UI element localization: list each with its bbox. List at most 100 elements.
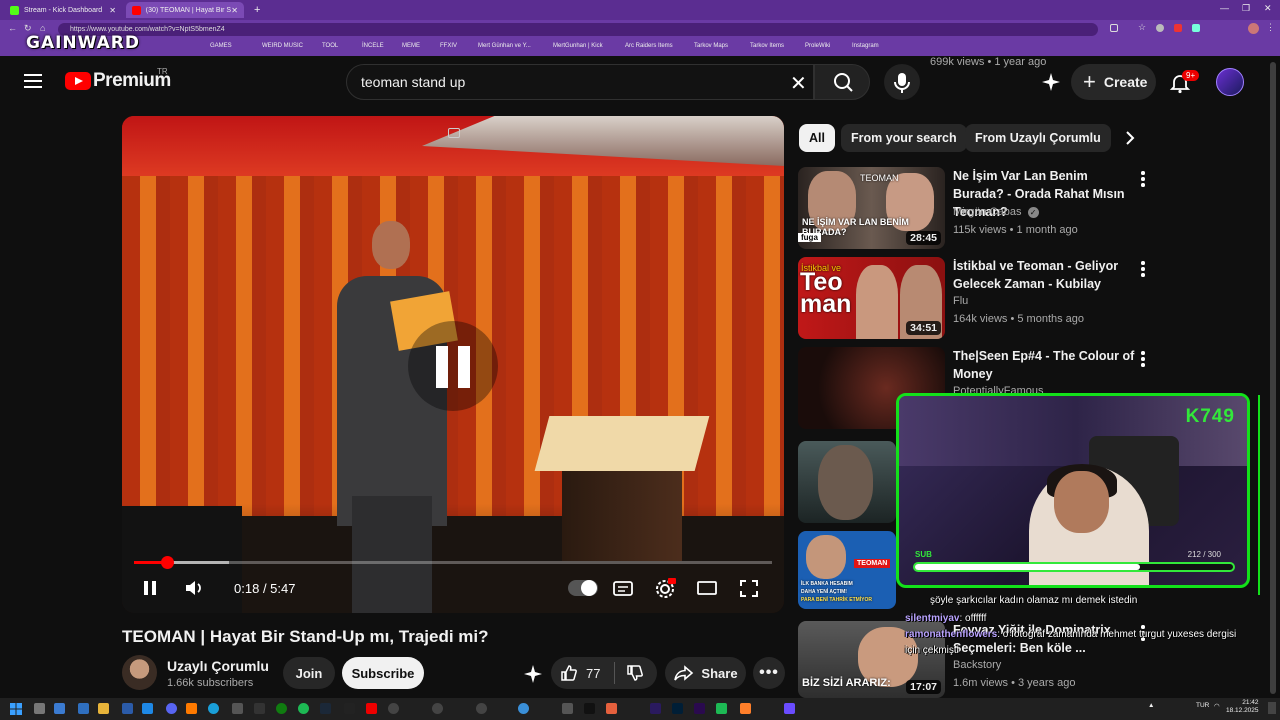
app-icon[interactable]	[232, 703, 243, 714]
bookmark-meme[interactable]: MEME	[402, 43, 420, 49]
app-icon[interactable]	[606, 703, 617, 714]
obs-icon[interactable]	[388, 703, 399, 714]
dislike-icon[interactable]	[625, 663, 647, 683]
voice-search-button[interactable]	[884, 64, 920, 100]
app-icon[interactable]	[344, 703, 355, 714]
bookmark-instagram[interactable]: Instagram	[852, 43, 879, 49]
theater-mode-icon[interactable]	[696, 578, 718, 598]
tab-kick-dashboard[interactable]: Stream - Kick Dashboard ✕	[4, 2, 122, 18]
menu-icon[interactable]	[24, 74, 42, 88]
file-explorer-icon[interactable]	[98, 703, 109, 714]
channel-name[interactable]: Uzaylı Çorumlu	[167, 658, 269, 674]
volume-icon[interactable]	[184, 578, 206, 598]
home-icon[interactable]: ⌂	[40, 23, 45, 33]
app-icon[interactable]	[142, 703, 153, 714]
share-button[interactable]: Share	[665, 657, 746, 689]
miniplayer-hint-icon[interactable]	[448, 128, 460, 138]
tray-chevron-icon[interactable]: ▲	[1148, 702, 1154, 709]
settings-gear-icon[interactable]	[654, 578, 676, 600]
clock[interactable]: 21:42 18.12.2025	[1226, 699, 1259, 715]
app-icon[interactable]	[366, 703, 377, 714]
task-view-icon[interactable]	[34, 703, 45, 714]
extension-icon[interactable]	[1110, 24, 1118, 32]
search-button[interactable]	[814, 64, 870, 100]
bookmark-ffxiv[interactable]: FFXIV	[440, 43, 457, 49]
chip-from-your-search[interactable]: From your search	[841, 124, 967, 152]
spotify-icon[interactable]	[298, 703, 309, 714]
video-thumbnail[interactable]: TEOMAN İLK BANKA HESABIM DAHA YENİ AÇTIM…	[798, 531, 896, 609]
pause-icon[interactable]	[140, 578, 160, 598]
channel-avatar[interactable]	[122, 655, 157, 690]
extension-icon[interactable]	[1156, 24, 1164, 32]
app-icon[interactable]	[254, 703, 265, 714]
app-icon[interactable]	[432, 703, 443, 714]
app-icon[interactable]	[122, 703, 133, 714]
browser-menu-icon[interactable]: ⋮	[1266, 22, 1275, 33]
recommendation-item[interactable]: TEOMAN NE İŞİM VAR LAN BENİM BURADA? fug…	[798, 167, 1238, 249]
tab-youtube-video[interactable]: (30) TEOMAN | Hayat Bir Stan... ✕	[126, 2, 244, 18]
back-icon[interactable]: ←	[8, 23, 17, 33]
chevron-right-icon[interactable]	[1120, 128, 1140, 148]
network-icon[interactable]: ◠	[1214, 702, 1220, 710]
rec-title[interactable]: The|Seen Ep#4 - The Colour of Money	[953, 347, 1138, 383]
more-vertical-icon[interactable]	[1141, 171, 1145, 187]
minimize-icon[interactable]: —	[1220, 3, 1229, 13]
after-effects-icon[interactable]	[650, 703, 661, 714]
extension-icon[interactable]	[1192, 24, 1200, 32]
rec-channel[interactable]: Backstory	[953, 659, 1001, 671]
app-icon[interactable]	[584, 703, 595, 714]
bookmark-tarkov-maps[interactable]: Tarkov Maps	[694, 43, 728, 49]
url-field[interactable]: https://www.youtube.com/watch?v=NptS5bme…	[58, 23, 1098, 36]
bookmark-tool[interactable]: TOOL	[322, 43, 338, 49]
bookmark-star-icon[interactable]: ☆	[1138, 22, 1146, 33]
bookmark-prolewiki[interactable]: ProleWiki	[805, 43, 830, 49]
language-indicator[interactable]: TUR	[1196, 702, 1209, 709]
video-thumbnail[interactable]: İstikbal ve Teo man 34:51	[798, 257, 945, 339]
photoshop-icon[interactable]	[672, 703, 683, 714]
bookmark-games[interactable]: GAMES	[210, 43, 232, 49]
gemini-sparkle-icon[interactable]	[1041, 72, 1061, 92]
bookmark-mert-gunhan[interactable]: Mert Günhan ve Y...	[478, 43, 531, 49]
premiere-icon[interactable]	[694, 703, 705, 714]
app-icon[interactable]	[784, 703, 795, 714]
gemini-ask-icon[interactable]	[523, 664, 543, 684]
rec-channel[interactable]: Mirgün Cabas ✓	[953, 206, 1039, 218]
recommendation-item[interactable]: İstikbal ve Teo man 34:51 İstikbal ve Te…	[798, 257, 1238, 339]
steam-icon[interactable]	[320, 703, 331, 714]
fullscreen-icon[interactable]	[738, 578, 760, 598]
new-tab-button[interactable]: +	[248, 2, 262, 18]
subtitles-icon[interactable]	[612, 578, 634, 598]
widgets-icon[interactable]	[54, 703, 65, 714]
search-input[interactable]: teoman stand up	[346, 64, 814, 100]
profile-avatar[interactable]	[1248, 23, 1259, 34]
close-tab-icon[interactable]: ✕	[109, 6, 116, 15]
discord-icon[interactable]	[166, 703, 177, 714]
app-icon[interactable]	[562, 703, 573, 714]
app-icon[interactable]	[78, 703, 89, 714]
more-vertical-icon[interactable]	[1141, 351, 1145, 367]
clear-search-icon[interactable]: ✕	[790, 71, 807, 96]
bookmark-arc-raiders[interactable]: Arc Raiders Items	[625, 43, 673, 49]
page-scrollbar[interactable]	[1270, 62, 1276, 694]
close-tab-icon[interactable]: ✕	[231, 6, 238, 15]
autoplay-toggle[interactable]	[568, 580, 598, 596]
subscribe-button[interactable]: Subscribe	[342, 657, 424, 689]
create-button[interactable]: + Create	[1071, 64, 1156, 100]
more-actions-button[interactable]: •••	[753, 657, 785, 689]
bookmark-tarkov-items[interactable]: Tarkov Items	[750, 43, 784, 49]
account-avatar[interactable]	[1216, 68, 1244, 96]
notification-center-icon[interactable]	[1268, 702, 1276, 714]
extension-icon[interactable]	[1174, 24, 1182, 32]
bookmark-mertgunhan-kick[interactable]: MertGunhan | Kick	[553, 43, 603, 49]
join-button[interactable]: Join	[283, 657, 335, 689]
center-pause-icon[interactable]	[408, 321, 498, 411]
youtube-logo-icon[interactable]	[65, 72, 91, 90]
video-player[interactable]: 0:18 / 5:47	[122, 116, 784, 613]
chip-from-channel[interactable]: From Uzaylı Çorumlu	[965, 124, 1111, 152]
video-thumbnail[interactable]	[798, 441, 896, 523]
more-vertical-icon[interactable]	[1141, 261, 1145, 277]
close-window-icon[interactable]: ✕	[1264, 3, 1272, 14]
rec-title[interactable]: İstikbal ve Teoman - Geliyor Gelecek Zam…	[953, 257, 1138, 293]
edge-browser-icon[interactable]	[208, 703, 219, 714]
app-icon[interactable]	[740, 703, 751, 714]
